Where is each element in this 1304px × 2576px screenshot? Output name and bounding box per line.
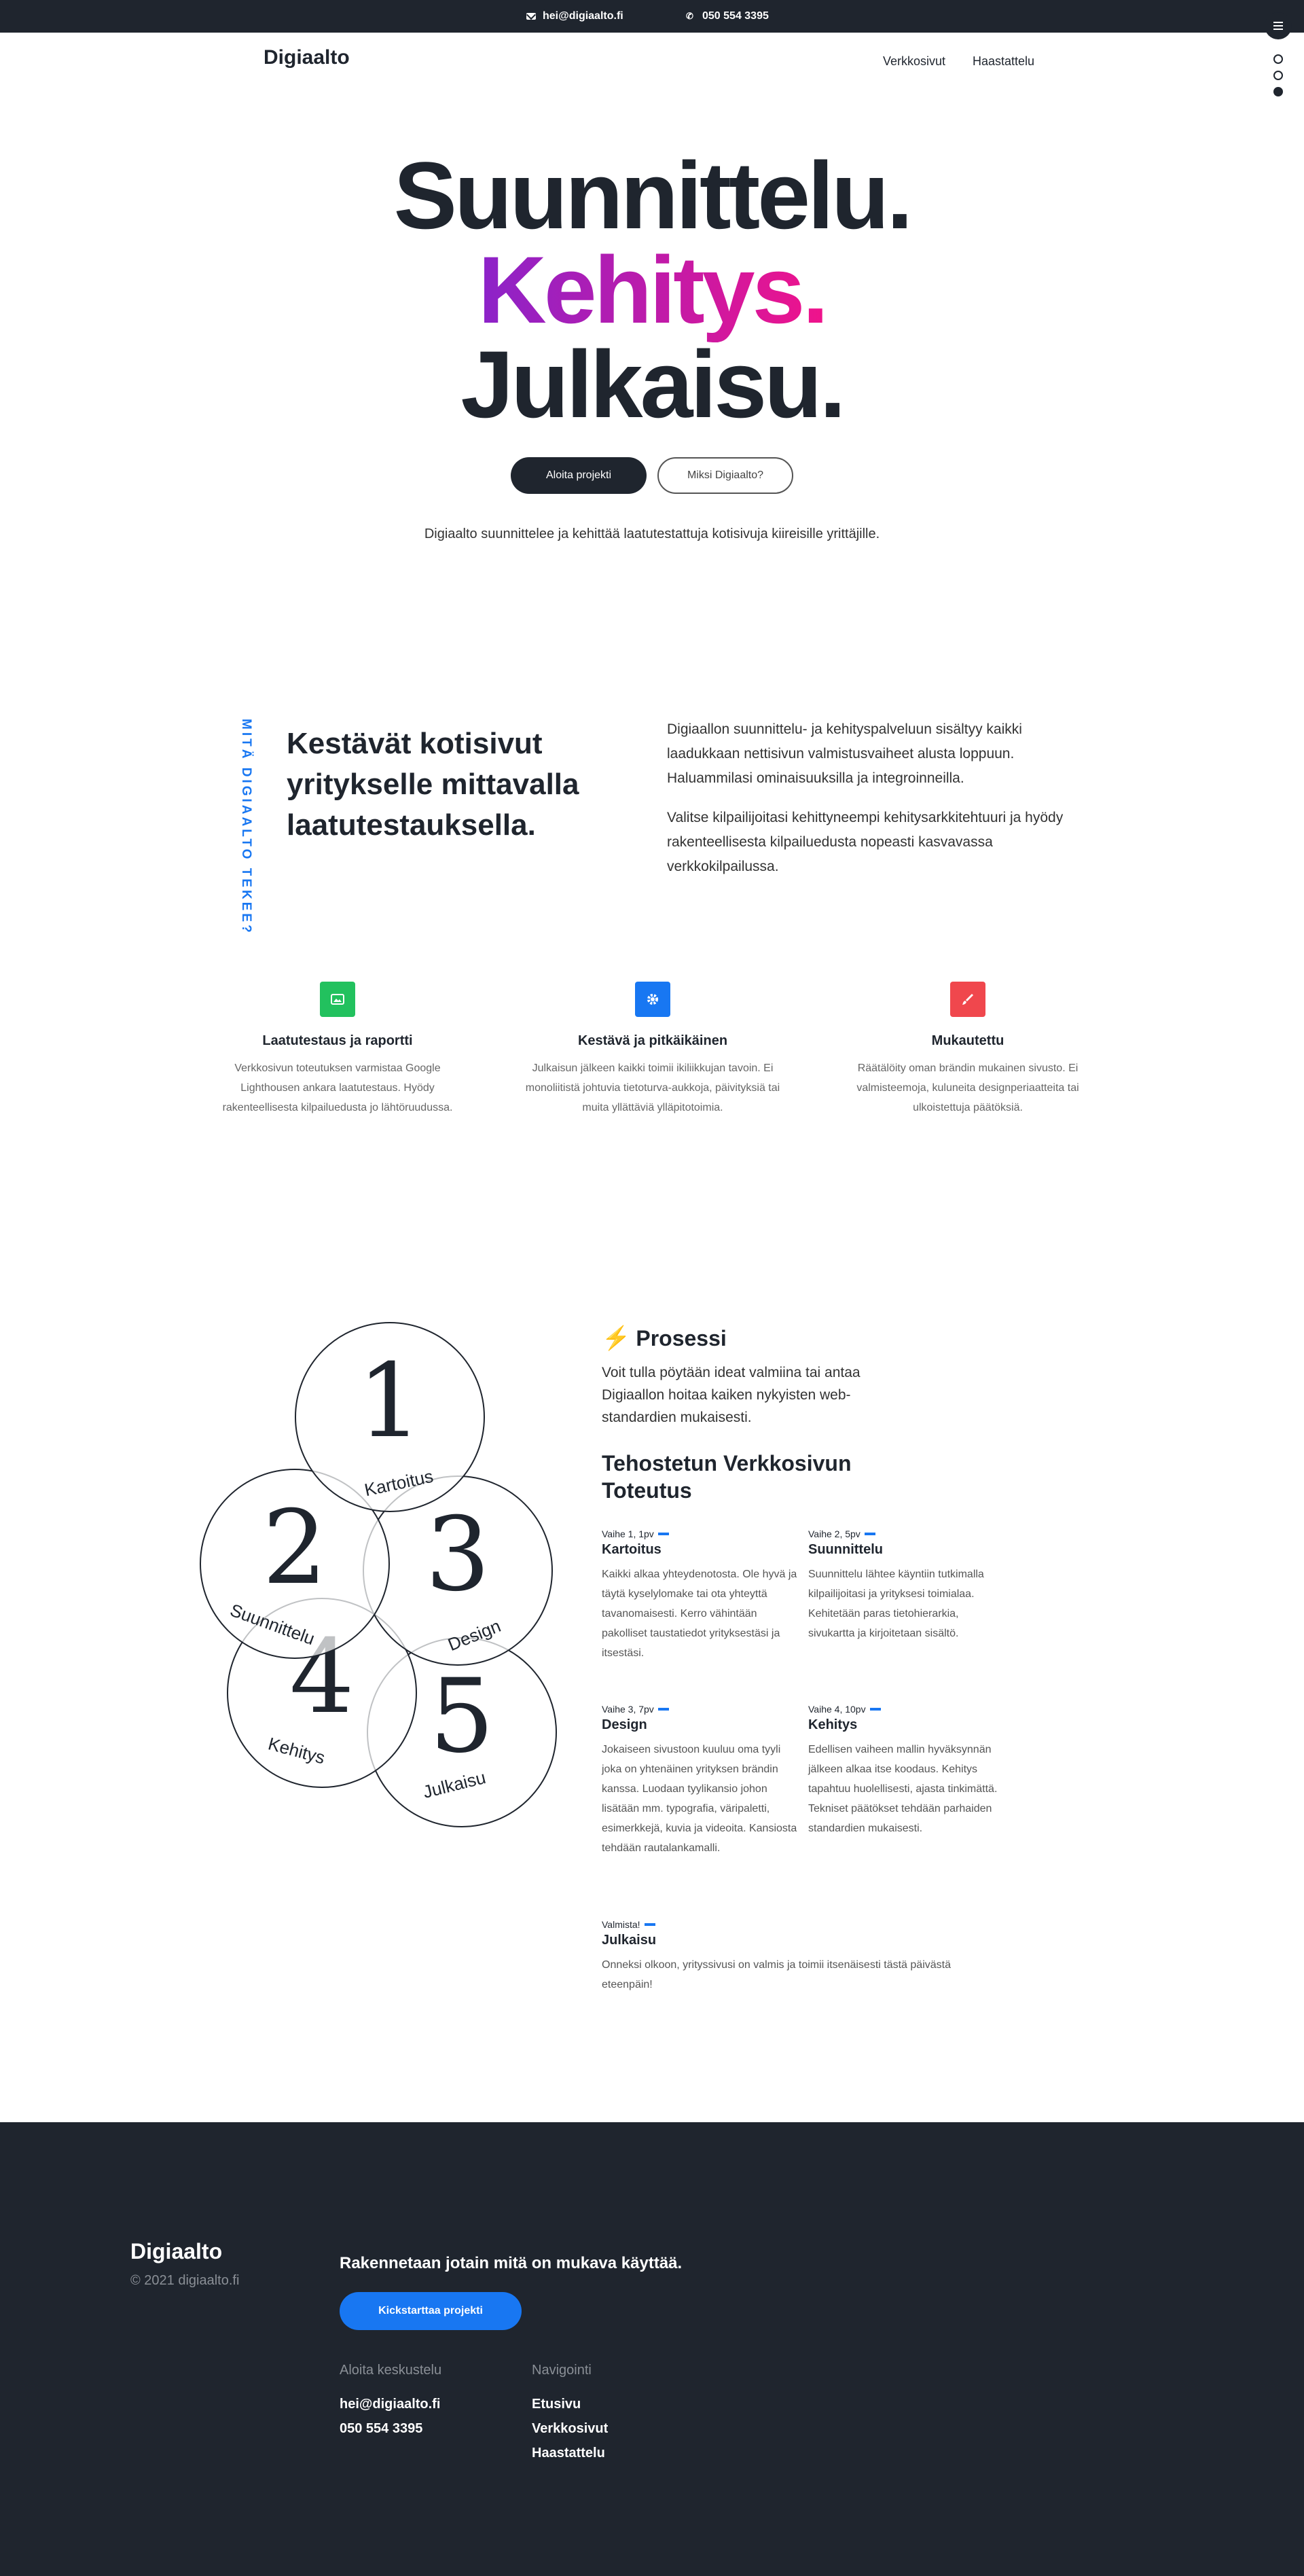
footer-phone-link[interactable]: 050 554 3395 (340, 2421, 422, 2437)
hero-line-2: Kehitys. (0, 243, 1304, 338)
process-circles: 1 Kartoitus 2 Suunnittelu 3 Design 4 Keh… (197, 1318, 564, 1827)
footer-nav-etusivu[interactable]: Etusivu (532, 2397, 581, 2412)
feature-custom: Mukautettu Räätälöity oman brändin mukai… (835, 982, 1100, 1117)
footer-nav-title: Navigointi (532, 2363, 592, 2378)
phase-item: Vaihe 1, 1pv Kartoitus Kaikki alkaa yhte… (602, 1528, 799, 1663)
section-dot-active[interactable] (1273, 87, 1283, 96)
phase-label: Vaihe 3, 7pv (602, 1704, 799, 1715)
section-dot[interactable] (1273, 71, 1283, 80)
hero-line-1: Suunnittelu. (393, 142, 913, 249)
nav-link-haastattelu[interactable]: Haastattelu (973, 54, 1034, 69)
hero-subtitle: Digiaalto suunnittelee ja kehittää laatu… (424, 526, 880, 541)
phone-icon: ✆ (686, 11, 693, 21)
brush-icon (950, 982, 985, 1017)
hamburger-menu-icon[interactable] (1265, 12, 1292, 39)
phase-label: Valmista! (602, 1919, 982, 1930)
phase-label-text: Vaihe 2, 5pv (808, 1528, 861, 1539)
feature-text: Verkkosivun toteutuksen varmistaa Google… (222, 1062, 453, 1113)
section-dot[interactable] (1273, 54, 1283, 64)
hero-line-3: Julkaisu. (460, 331, 846, 437)
mail-icon (526, 13, 536, 20)
topbar-phone-link[interactable]: ✆ 050 554 3395 (686, 10, 769, 22)
phase-text: Jokaiseen sivustoon kuuluu oma tyyli jok… (602, 1744, 797, 1854)
brand-logo[interactable]: Digiaalto (264, 46, 350, 69)
process-intro: Voit tulla pöytään ideat valmiina tai an… (602, 1365, 861, 1425)
footer-email-link[interactable]: hei@digiaalto.fi (340, 2397, 440, 2412)
feature-quality: Laatutestaus ja raportti Verkkosivun tot… (205, 982, 470, 1117)
circle-number: 3 (425, 1496, 490, 1614)
gear-icon (635, 982, 670, 1017)
phase-label: Vaihe 2, 5pv (808, 1528, 1005, 1539)
what-paragraph-1: Digiaallon suunnittelu- ja kehityspalvel… (667, 721, 1022, 786)
what-heading: Kestävät kotisivut yritykselle mittavall… (287, 727, 579, 842)
process-subtitle: Tehostetun Verkkosivun Toteutus (602, 1451, 852, 1503)
process-circle-1: 1 Kartoitus (295, 1322, 485, 1512)
start-project-button[interactable]: Aloita projekti (511, 457, 647, 494)
footer-nav-verkkosivut[interactable]: Verkkosivut (532, 2421, 608, 2437)
why-digiaalto-button[interactable]: Miksi Digiaalto? (657, 457, 793, 494)
phase-item: Vaihe 2, 5pv Suunnittelu Suunnittelu läh… (808, 1528, 1005, 1643)
phase-title: Julkaisu (602, 1933, 657, 1948)
footer-brand[interactable]: Digiaalto (130, 2239, 222, 2264)
phase-title: Suunnittelu (808, 1542, 883, 1557)
topbar-email-link[interactable]: hei@digiaalto.fi (526, 10, 623, 22)
phase-text: Kaikki alkaa yhteydenotosta. Ole hyvä ja… (602, 1569, 797, 1659)
feature-text: Julkaisun jälkeen kaikki toimii ikiliikk… (525, 1062, 780, 1113)
feature-durable: Kestävä ja pitkäikäinen Julkaisun jälkee… (520, 982, 785, 1117)
circle-label: Kehitys (266, 1733, 327, 1768)
kickstart-project-button[interactable]: Kickstarttaa projekti (340, 2292, 522, 2330)
phase-title: Design (602, 1717, 647, 1732)
lightning-icon: ⚡ (602, 1325, 631, 1351)
top-bar: hei@digiaalto.fi ✆ 050 554 3395 (0, 0, 1304, 33)
footer: Digiaalto © 2021 digiaalto.fi Rakennetaa… (0, 2122, 1304, 2576)
section-dots (1273, 54, 1283, 96)
feature-text: Räätälöity oman brändin mukainen sivusto… (856, 1062, 1079, 1113)
phase-title: Kartoitus (602, 1542, 662, 1557)
circle-label: Design (445, 1615, 504, 1656)
phase-item: Vaihe 4, 10pv Kehitys Edellisen vaiheen … (808, 1704, 1005, 1838)
topbar-email[interactable]: hei@digiaalto.fi (543, 10, 623, 22)
phase-item: Valmista! Julkaisu Onneksi olkoon, yrity… (602, 1919, 982, 1994)
phase-label: Vaihe 1, 1pv (602, 1528, 799, 1539)
footer-contact-title: Aloita keskustelu (340, 2363, 442, 2378)
feature-title: Mukautettu (931, 1033, 1004, 1048)
circle-number: 2 (262, 1489, 327, 1607)
circle-number: 1 (357, 1342, 422, 1461)
footer-copyright: © 2021 digiaalto.fi (130, 2273, 240, 2288)
vertical-label-text: MITÄ DIGIAALTO TEKEE? (239, 719, 253, 935)
phase-label-text: Valmista! (602, 1919, 640, 1930)
feature-title: Kestävä ja pitkäikäinen (577, 1033, 728, 1048)
phase-title: Kehitys (808, 1717, 858, 1732)
phase-text: Suunnittelu lähtee käyntiin tutkimalla k… (808, 1569, 984, 1639)
footer-tagline: Rakennetaan jotain mitä on mukava käyttä… (340, 2254, 683, 2272)
section-vertical-label: MITÄ DIGIAALTO TEKEE? (225, 719, 253, 935)
circle-label: Kartoitus (362, 1465, 435, 1501)
feature-title: Laatutestaus ja raportti (262, 1033, 413, 1048)
phase-label-text: Vaihe 4, 10pv (808, 1704, 866, 1715)
phase-label: Vaihe 4, 10pv (808, 1704, 1005, 1715)
process-title-text: Prosessi (636, 1325, 727, 1350)
phase-label-text: Vaihe 1, 1pv (602, 1528, 654, 1539)
topbar-phone[interactable]: 050 554 3395 (702, 10, 769, 22)
process-title: ⚡ Prosessi (602, 1325, 727, 1352)
phase-label-text: Vaihe 3, 7pv (602, 1704, 654, 1715)
what-paragraph-2: Valitse kilpailijoitasi kehittyneempi ke… (667, 810, 1064, 874)
nav-link-verkkosivut[interactable]: Verkkosivut (883, 54, 945, 69)
image-icon (320, 982, 355, 1017)
hero-line-2-text: Kehitys. (477, 236, 829, 343)
phase-item: Vaihe 3, 7pv Design Jokaiseen sivustoon … (602, 1704, 799, 1858)
phase-text: Onneksi olkoon, yrityssivusi on valmis j… (602, 1959, 951, 1990)
phase-text: Edellisen vaiheen mallin hyväksynnän jäl… (808, 1744, 998, 1834)
footer-nav-haastattelu[interactable]: Haastattelu (532, 2446, 605, 2461)
